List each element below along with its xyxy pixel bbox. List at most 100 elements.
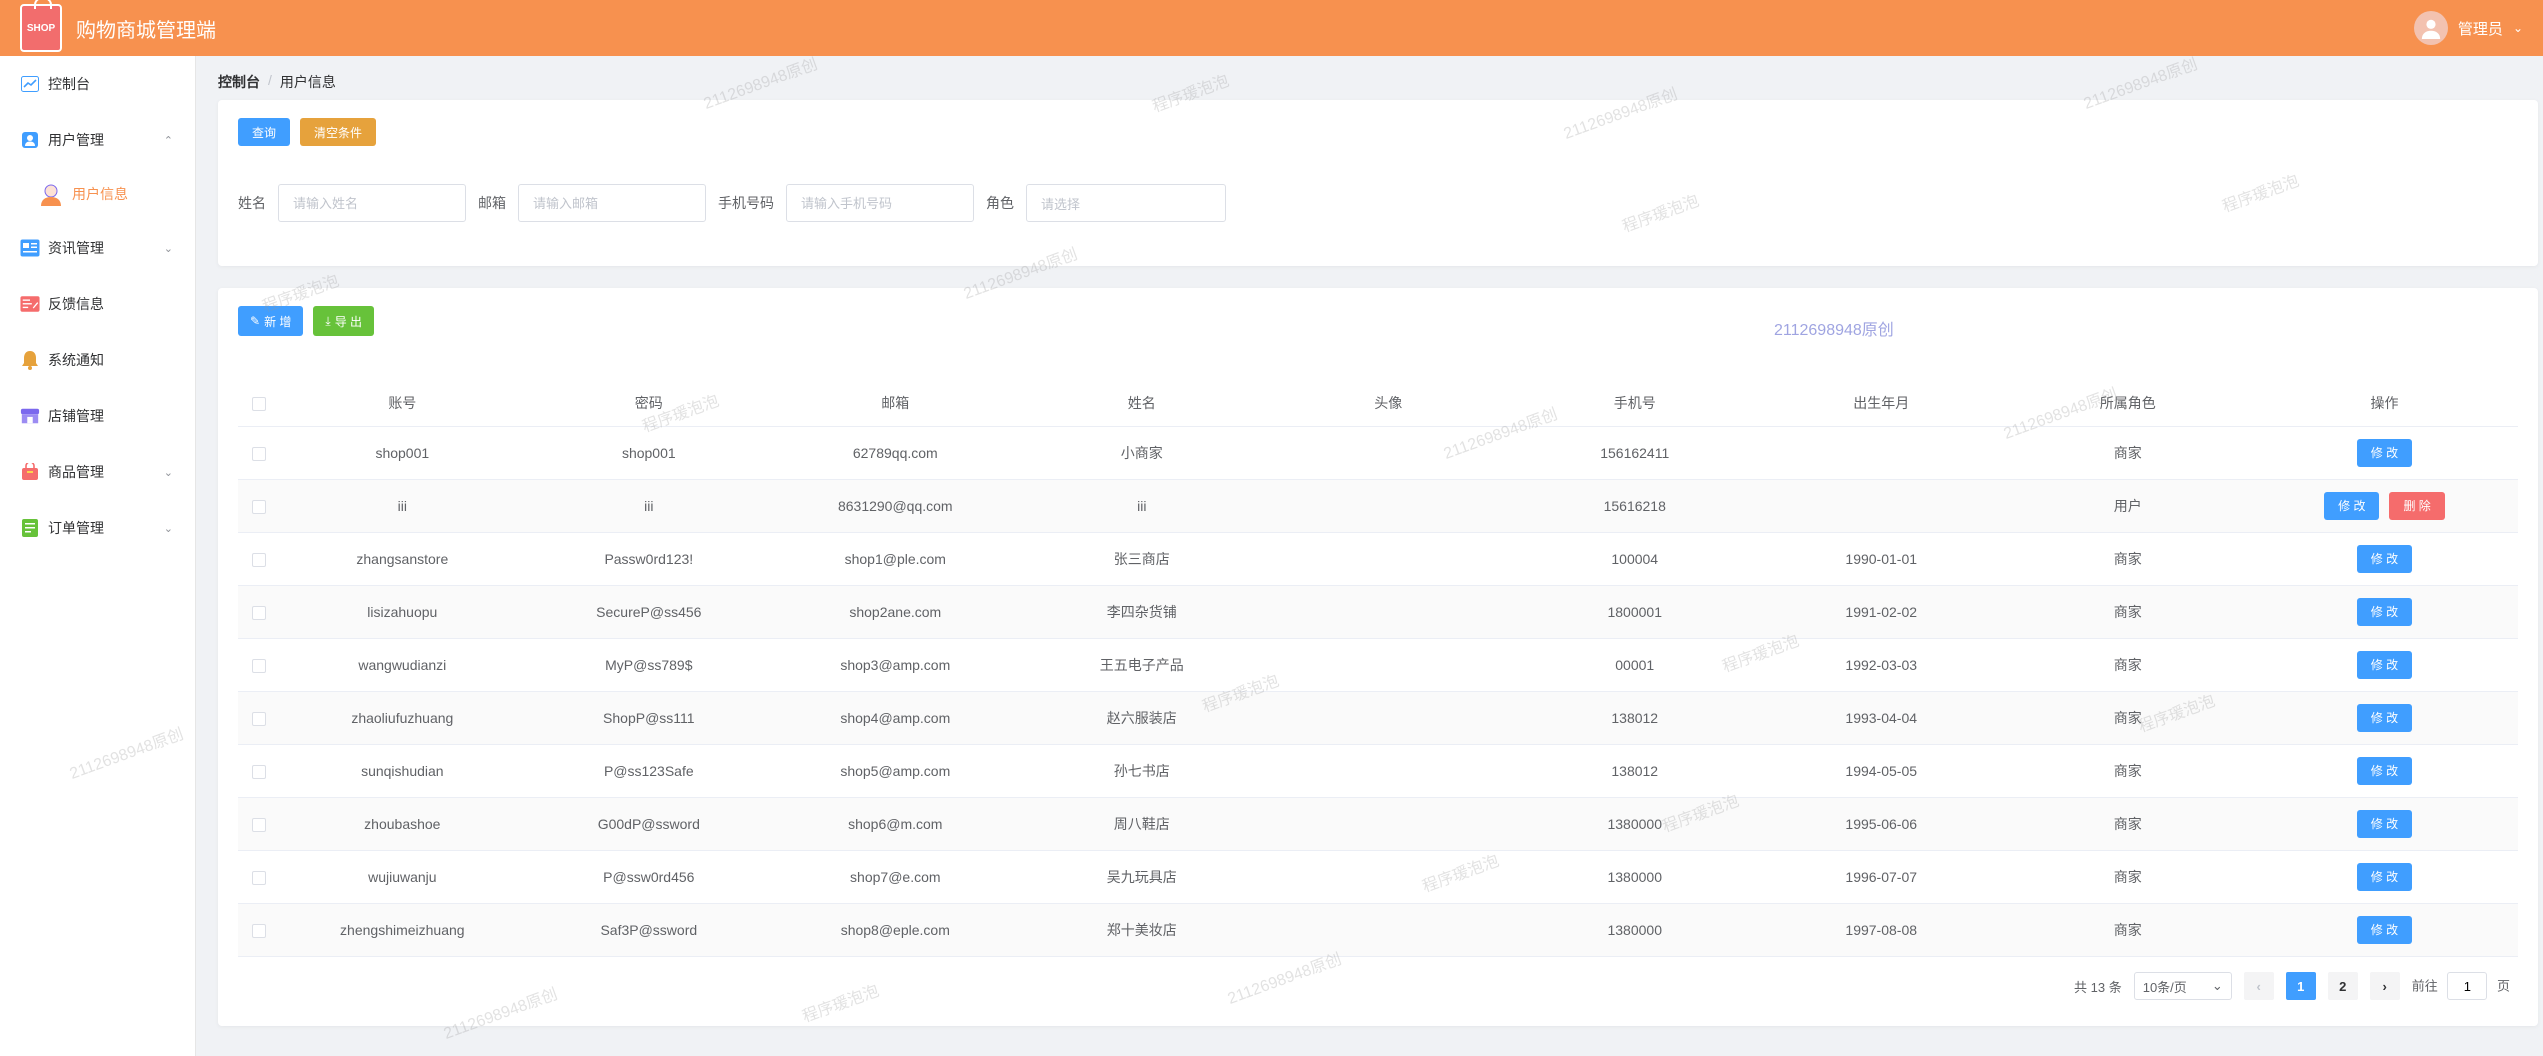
cell-password: iii [525,479,773,533]
cell-account: zhaoliufuzhuang [279,691,526,745]
sidebar-item-goods[interactable]: 商品管理 ⌄ [0,444,195,500]
sidebar-item-store[interactable]: 店铺管理 [0,388,195,444]
cell-account: wujiuwanju [279,850,526,904]
cell-email: shop3@amp.com [772,638,1019,692]
select-all-checkbox[interactable] [251,396,266,411]
name-input[interactable] [278,184,466,222]
cell-avatar [1265,903,1512,957]
phone-input[interactable] [786,184,974,222]
chevron-down-icon: ⌄ [163,466,173,479]
edit-button[interactable]: 修 改 [2324,491,2380,520]
row-checkbox[interactable] [251,711,266,726]
table-header-row: 账号 密码 邮箱 姓名 头像 手机号 出生年月 所属角色 操作 [238,380,2518,427]
role-label: 角色 [986,195,1014,211]
download-icon: ⤓ [325,313,331,328]
export-button[interactable]: ⤓ 导 出 [313,306,375,336]
cell-email: shop1@ple.com [772,532,1019,586]
edit-button[interactable]: 修 改 [2356,597,2413,626]
cell-role: 商家 [2004,532,2251,586]
cell-account: zhoubashoe [279,797,526,851]
next-page-button[interactable]: › [2369,972,2400,1000]
prev-page-button[interactable]: ‹ [2243,972,2274,1000]
row-checkbox[interactable] [251,870,266,885]
row-checkbox[interactable] [251,552,266,567]
row-actions: 修 改 [2356,756,2413,785]
edit-button[interactable]: 修 改 [2356,438,2413,467]
cell-email: shop2ane.com [772,585,1019,639]
cell-phone: 1380000 [1511,850,1758,904]
column-header: 账号 [279,380,526,427]
edit-button[interactable]: 修 改 [2356,862,2413,891]
row-actions: 修 改 [2356,915,2413,944]
pagination: 共 13 条 10条/页 ⌄ ‹ 1 2 › 前往 页 [2074,972,2510,1000]
cell-birth [1757,479,2005,533]
cell-password: ShopP@ss111 [525,691,773,745]
cell-email: shop7@e.com [772,850,1019,904]
page-2-button[interactable]: 2 [2327,972,2358,1000]
shop-logo-icon: SHOP [20,0,62,52]
sidebar-item-order[interactable]: 订单管理 ⌄ [0,500,195,556]
table-row: wujiuwanju P@ssw0rd456 shop7@e.com 吴九玩具店 138… [238,850,2518,904]
sidebar-item-user-info[interactable]: 用户信息 [0,168,195,220]
cell-email: shop4@amp.com [772,691,1019,745]
sidebar-item-feedback[interactable]: 反馈信息 [0,276,195,332]
goto-page-input[interactable] [2447,972,2488,1000]
edit-button[interactable]: 修 改 [2356,703,2413,732]
sidebar-item-notice[interactable]: 系统通知 [0,332,195,388]
cell-role: 商家 [2004,744,2251,798]
row-checkbox[interactable] [251,923,266,938]
cell-email: shop5@amp.com [772,744,1019,798]
row-checkbox[interactable] [251,605,266,620]
cell-role: 商家 [2004,850,2251,904]
cell-role: 商家 [2004,903,2251,957]
edit-button[interactable]: 修 改 [2356,809,2413,838]
row-actions: 修 改 [2356,438,2413,467]
edit-button[interactable]: 修 改 [2356,915,2413,944]
page-1-button[interactable]: 1 [2285,972,2316,1000]
row-checkbox[interactable] [251,658,266,673]
brand: SHOP 购物商城管理端 [20,0,216,52]
cell-account: shop001 [279,426,526,480]
table-row: zhangsanstore Passw0rd123! shop1@ple.com 张三… [238,532,2518,586]
email-input[interactable] [518,184,706,222]
sidebar-item-dashboard[interactable]: 控制台 [0,56,195,112]
row-checkbox[interactable] [251,764,266,779]
query-button[interactable]: 查询 [238,118,291,146]
chevron-down-icon: ⌄ [2211,978,2223,993]
cell-birth: 1994-05-05 [1757,744,2005,798]
edit-icon: ✎ [250,314,261,328]
cell-phone: 100004 [1511,532,1758,586]
sidebar-item-user-manage[interactable]: 用户管理 ⌃ [0,112,195,168]
news-icon [20,238,40,258]
page-size-select[interactable]: 10条/页 ⌄ [2133,972,2232,1000]
reset-button[interactable]: 清空条件 [300,118,377,146]
user-table: 账号 密码 邮箱 姓名 头像 手机号 出生年月 所属角色 操作 shop001 s… [238,380,2518,957]
cell-email: 62789qq.com [772,426,1019,480]
edit-button[interactable]: 修 改 [2356,544,2413,573]
cell-role: 商家 [2004,797,2251,851]
cell-password: Saf3P@ssword [525,903,773,957]
role-select[interactable]: 请选择 [1026,184,1226,222]
sidebar-item-news[interactable]: 资讯管理 ⌄ [0,220,195,276]
cell-birth [1757,426,2005,480]
breadcrumb-current: 用户信息 [279,74,336,90]
edit-button[interactable]: 修 改 [2356,756,2413,785]
row-checkbox[interactable] [251,446,266,461]
row-checkbox[interactable] [251,499,266,514]
cell-password: MyP@ss789$ [525,638,773,692]
table-row: zhoubashoe G00dP@ssword shop6@m.com 周八鞋店 138… [238,797,2518,851]
delete-button[interactable]: 删 除 [2389,491,2445,520]
cell-password: Passw0rd123! [525,532,773,586]
goto-page: 前往 页 [2412,972,2510,1000]
cell-birth: 1992-03-03 [1757,638,2005,692]
row-checkbox[interactable] [251,817,266,832]
add-button[interactable]: ✎ 新 增 [238,306,304,336]
cell-phone: 156162411 [1511,426,1758,480]
breadcrumb-home[interactable]: 控制台 [218,72,260,92]
edit-button[interactable]: 修 改 [2356,650,2413,679]
feedback-icon [20,294,40,314]
cell-account: sunqishudian [279,744,526,798]
row-actions: 修 改 [2356,597,2413,626]
user-menu[interactable]: 管理员 ⌄ [2413,11,2523,45]
sidebar: 控制台 用户管理 ⌃ 用户信息 资讯管理 ⌄ 反馈信息 系统通知 店铺管理 商品… [0,56,196,1056]
